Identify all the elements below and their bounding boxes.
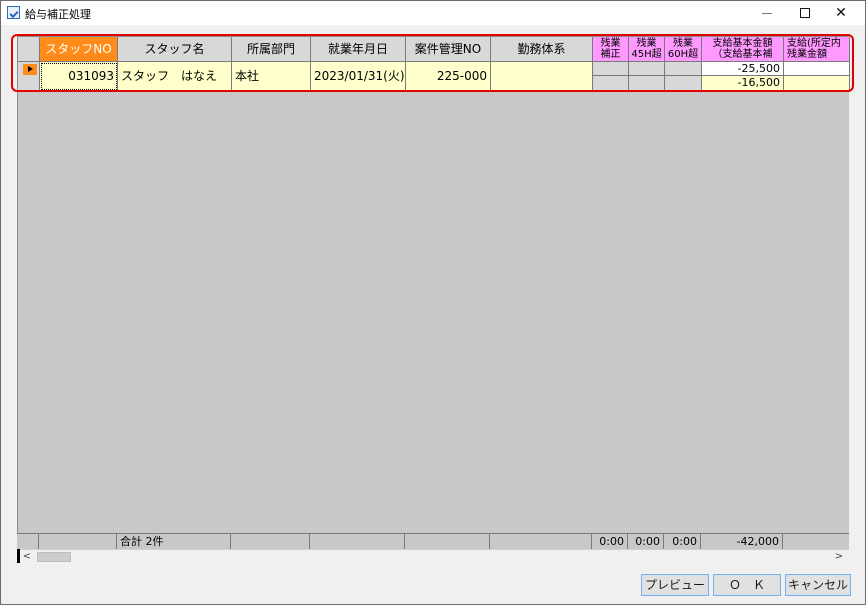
- ok-button[interactable]: Ｏ Ｋ: [713, 574, 781, 596]
- current-row-arrow-icon: [23, 64, 37, 75]
- header-work-date[interactable]: 就業年月日: [311, 37, 406, 62]
- header-staff-no[interactable]: スタッフNO: [40, 37, 118, 62]
- horizontal-scrollbar[interactable]: < >: [17, 549, 849, 563]
- cell-ot-correction-bottom: [593, 76, 628, 90]
- maximize-button[interactable]: [787, 1, 823, 25]
- cell-overtime-amount-bottom: [784, 76, 849, 90]
- cell-work-type[interactable]: [491, 62, 593, 91]
- header-overtime-amount[interactable]: 支給(所定内 残業金額: [784, 37, 850, 62]
- cell-staff-name[interactable]: スタッフ はなえ: [118, 62, 232, 91]
- header-ot-45h[interactable]: 残業 45H超: [629, 37, 665, 62]
- cell-ot-60h-bottom: [665, 76, 701, 90]
- cell-base-amount[interactable]: -25,500 -16,500: [702, 62, 784, 91]
- footer-work-type: [490, 534, 592, 549]
- title-bar: 給与補正処理 ✕: [1, 1, 865, 25]
- cell-ot-45h-top: [629, 62, 664, 76]
- footer-base-amount: -42,000: [701, 534, 783, 549]
- preview-button[interactable]: プレビュー: [641, 574, 709, 596]
- cell-ot-45h[interactable]: [629, 62, 665, 91]
- window-title: 給与補正処理: [25, 8, 91, 21]
- cell-ot-45h-bottom: [629, 76, 664, 90]
- footer-work-date: [310, 534, 405, 549]
- cell-overtime-amount[interactable]: [784, 62, 850, 91]
- cell-ot-correction[interactable]: [593, 62, 629, 91]
- scroll-right-icon[interactable]: >: [831, 550, 847, 564]
- cancel-button[interactable]: キャンセル: [785, 574, 851, 596]
- main-window: 給与補正処理 ✕ スタッフNO スタッフ名 所属部門 就業年月日 案件管理NO …: [0, 0, 866, 605]
- footer-ot-45h: 0:00: [628, 534, 664, 549]
- header-project-no[interactable]: 案件管理NO: [406, 37, 491, 62]
- header-work-type[interactable]: 勤務体系: [491, 37, 593, 62]
- footer-selector: [17, 534, 39, 549]
- cell-work-date[interactable]: 2023/01/31(火): [311, 62, 406, 91]
- grid-corner: [18, 37, 40, 62]
- app-icon: [7, 6, 20, 19]
- cell-base-amount-top: -25,500: [702, 62, 783, 76]
- close-icon: ✕: [835, 5, 847, 21]
- row-selector[interactable]: [18, 62, 40, 91]
- footer-staff-no: [39, 534, 117, 549]
- footer-department: [231, 534, 310, 549]
- close-button[interactable]: ✕: [823, 1, 859, 25]
- header-ot-60h[interactable]: 残業 60H超: [665, 37, 702, 62]
- cell-ot-60h[interactable]: [665, 62, 702, 91]
- scroll-thumb[interactable]: [37, 552, 71, 562]
- cell-ot-60h-top: [665, 62, 701, 76]
- footer-total-label: 合計 2件: [117, 534, 231, 549]
- summary-footer: 合計 2件 0:00 0:00 0:00 -42,000: [17, 533, 849, 549]
- footer-ot-correction: 0:00: [592, 534, 628, 549]
- scroll-left-icon[interactable]: <: [19, 550, 35, 564]
- cell-project-no[interactable]: 225-000: [406, 62, 491, 91]
- header-ot-correction[interactable]: 残業 補正: [593, 37, 629, 62]
- footer-ot-60h: 0:00: [664, 534, 701, 549]
- footer-project-no: [405, 534, 490, 549]
- cell-base-amount-bottom: -16,500: [737, 76, 780, 89]
- cell-ot-correction-top: [593, 62, 628, 76]
- header-base-amount[interactable]: 支給基本金額 （支給基本補: [702, 37, 784, 62]
- maximize-icon: [800, 8, 810, 18]
- header-staff-name[interactable]: スタッフ名: [118, 37, 232, 62]
- minimize-icon: [762, 12, 772, 14]
- header-department[interactable]: 所属部門: [232, 37, 311, 62]
- minimize-button[interactable]: [749, 1, 785, 25]
- footer-overtime-amount: [783, 534, 849, 549]
- cell-overtime-amount-top: [784, 62, 849, 76]
- scroll-marker: [17, 549, 20, 563]
- data-grid[interactable]: スタッフNO スタッフ名 所属部門 就業年月日 案件管理NO 勤務体系 残業 補…: [17, 36, 850, 548]
- cell-department[interactable]: 本社: [232, 62, 311, 91]
- cell-staff-no[interactable]: 031093: [40, 62, 118, 91]
